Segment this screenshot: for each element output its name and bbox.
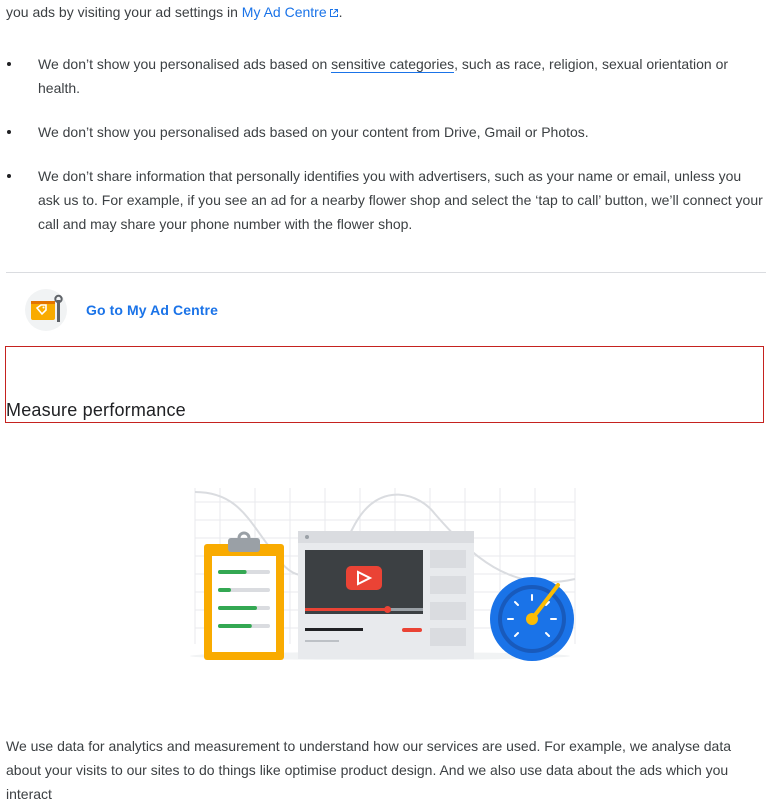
go-to-ad-centre-row[interactable]: Go to My Ad Centre	[24, 287, 218, 333]
ad-settings-tag-wrench-icon	[25, 289, 67, 331]
clipboard-icon	[204, 531, 284, 660]
speedometer-gauge-icon	[490, 577, 574, 661]
intro-prefix: you ads by visiting your ad settings in	[6, 4, 242, 20]
go-to-my-ad-centre-link[interactable]: Go to My Ad Centre	[86, 302, 218, 318]
video-player-card	[298, 531, 474, 659]
analytics-paragraph: We use data for analytics and measuremen…	[6, 738, 732, 802]
bullet-dot	[7, 130, 11, 134]
section-divider	[6, 272, 766, 273]
list-item: We don’t show you personalised ads based…	[6, 120, 766, 144]
section-title: Measure performance	[6, 400, 186, 420]
progress-fill	[218, 624, 252, 628]
external-link-icon	[329, 9, 338, 17]
list-item: We don’t show you personalised ads based…	[6, 52, 766, 100]
my-ad-centre-inline-link[interactable]: My Ad Centre	[242, 4, 339, 20]
bullet-dot	[7, 174, 11, 178]
list-item: We don’t share information that personal…	[6, 164, 766, 236]
intro-suffix: .	[338, 4, 343, 20]
privacy-bullet-list: We don’t show you personalised ads based…	[6, 52, 766, 256]
measure-performance-illustration	[190, 488, 576, 661]
bullet-dot	[7, 62, 11, 66]
progress-fill	[218, 606, 257, 610]
sensitive-categories-link[interactable]: sensitive categories	[331, 56, 455, 73]
progress-fill	[218, 570, 247, 574]
progress-fill	[218, 588, 231, 592]
intro-line: you ads by visiting your ad settings in …	[6, 2, 343, 22]
